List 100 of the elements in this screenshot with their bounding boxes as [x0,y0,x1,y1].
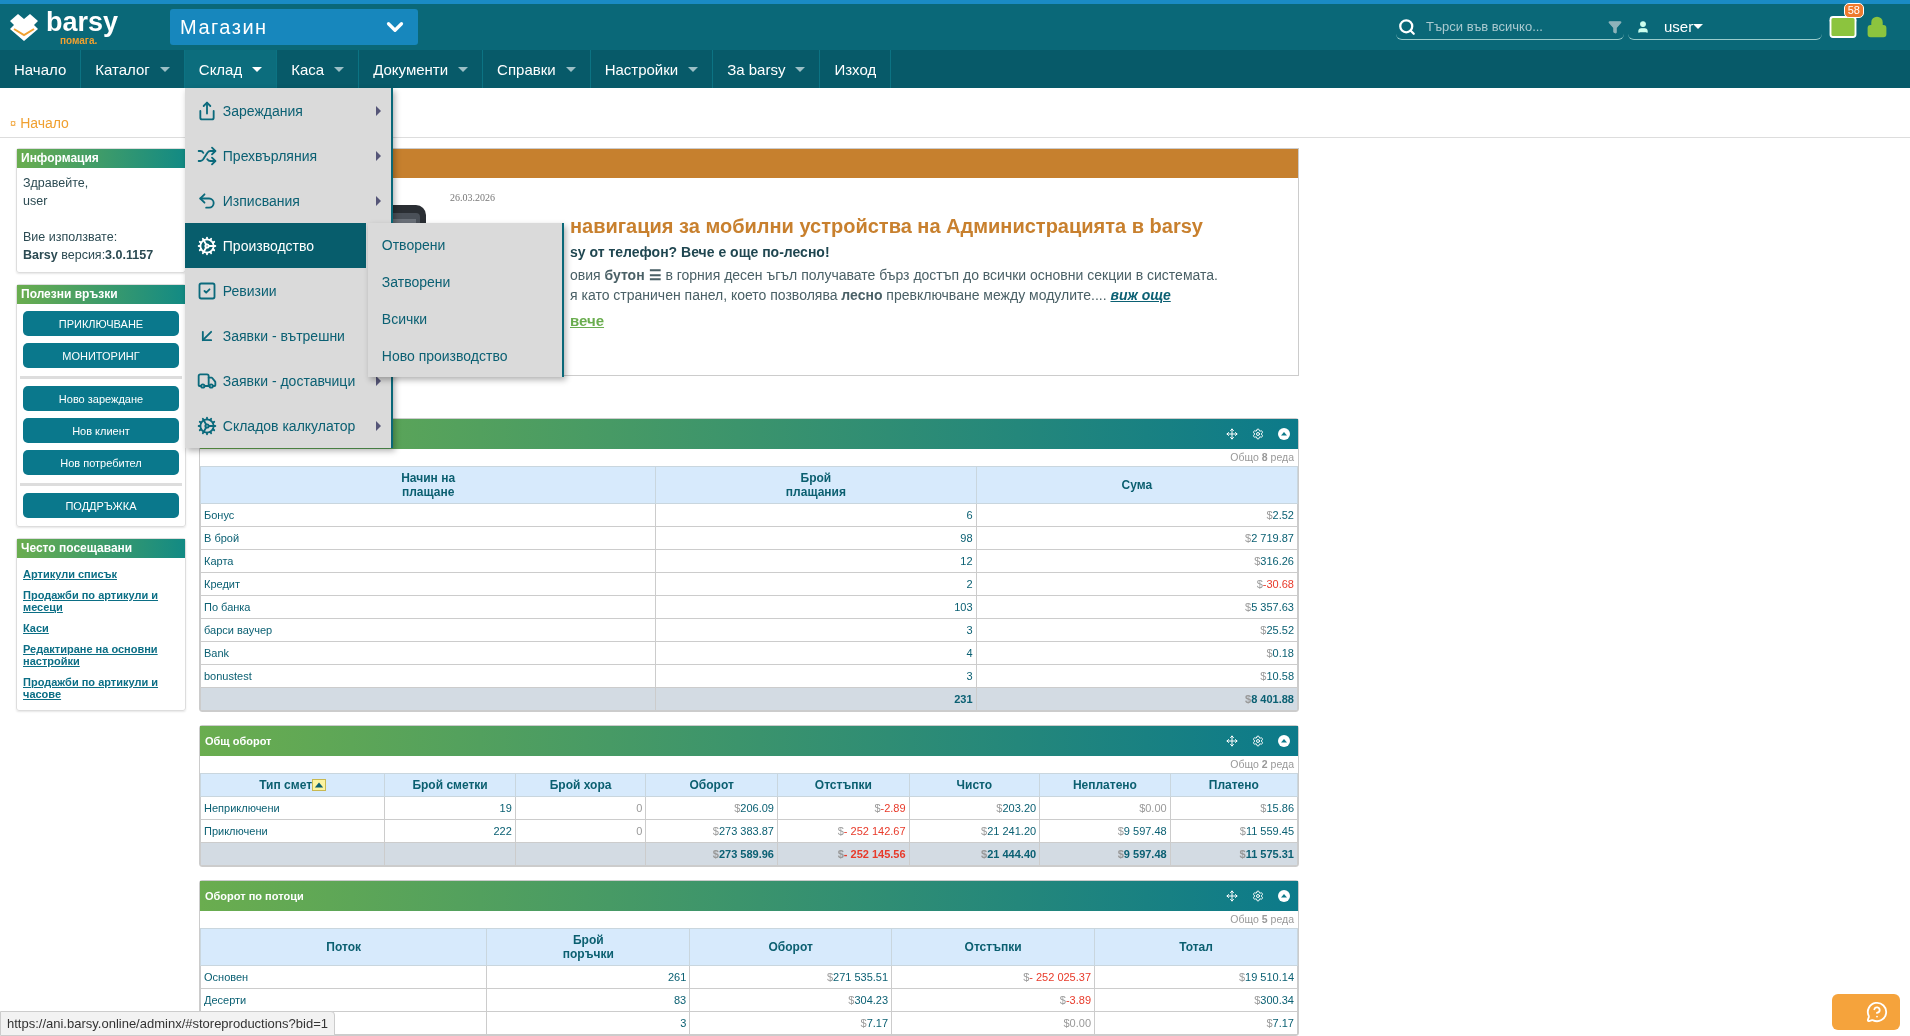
menu-item[interactable]: Производство [184,223,366,268]
table-cell: $273 383.87 [645,819,778,843]
nav-menu-item[interactable]: Справки [483,50,591,88]
shortcut-button[interactable]: ПРИКЛЮЧВАНЕ [23,311,179,336]
panel-title: Общ оборот [205,735,273,747]
row-count: Общо 5 реда [1230,913,1294,925]
panel-title: Информация [17,149,185,168]
news-date: 26.03.2026 [450,192,496,203]
table-cell: $-30.68 [976,572,1298,596]
table-cell: $- 252 025.37 [891,965,1095,989]
collapse-icon[interactable] [1278,735,1290,747]
table-cell: 12 [655,549,977,573]
menu-item[interactable]: Ревизии [184,268,366,313]
page-link[interactable]: Продажби по артикули и месеци [23,589,179,613]
table-cell: 2 [655,572,977,596]
lock-icon[interactable] [1866,16,1888,38]
news-paragraph: овия бутон ☰ в горния десен ъгъл получавате бърз достъп до всички основни секции в системата. [570,266,1219,284]
column-header[interactable]: Отстъпки [777,773,910,797]
table-cell: 19 [384,796,516,820]
nav-menu-item[interactable]: Начало [0,50,82,88]
table-cell: $0.18 [976,641,1298,665]
menu-item[interactable]: Заявки - вътрешни [184,313,366,358]
row-count: Общо 2 реда [1230,758,1294,770]
panel-title: Оборот по потоци [205,890,305,902]
table-cell: 4 [655,641,977,665]
table-cell: Bank [200,641,656,665]
column-header[interactable]: Тотал [1094,928,1298,966]
user-select[interactable]: user [1628,14,1822,40]
menu-item[interactable]: Зареждания [184,88,391,133]
column-header[interactable]: Тип смет [200,773,385,797]
menu-item[interactable]: Прехвърляния [184,133,391,178]
table-cell: 222 [384,819,516,843]
table-cell: По банка [200,595,656,619]
column-header[interactable]: Оборот [645,773,778,797]
see-more-link[interactable]: виж още [1110,287,1171,303]
column-header[interactable]: Начин на плащане [200,466,656,504]
table-cell: $0.00 [891,1011,1095,1035]
move-icon[interactable] [1226,890,1238,902]
column-header[interactable]: Платено [1170,773,1298,797]
table-cell: 83 [486,988,690,1012]
table-cell: Карта [200,549,656,573]
column-header[interactable]: Брой сметки [384,773,516,797]
search-field[interactable]: Търси във всичко... [1424,18,1600,35]
column-header[interactable]: Оборот [689,928,892,966]
column-header[interactable]: Брой хора [515,773,646,797]
submenu-item[interactable]: Отворени [367,226,562,263]
column-header[interactable]: Отстъпки [891,928,1095,966]
page-link[interactable]: Редактиране на основни настройки [23,643,179,667]
nav-menu-item[interactable]: Документи [359,50,484,88]
submenu-item[interactable]: Ново производство [367,337,562,374]
table-cell: $271 535.51 [689,965,892,989]
collapse-icon[interactable] [1278,890,1290,902]
menu-item[interactable]: Изписвания [184,178,391,223]
submenu-item[interactable]: Затворени [367,263,562,300]
usage-label: Вие използвате: [23,229,119,246]
table-cell: $19 510.14 [1094,965,1298,989]
logo-tagline: помага. [60,35,98,46]
settings-icon[interactable] [1252,735,1264,747]
sort-icon[interactable] [312,779,327,791]
column-header[interactable]: Чисто [909,773,1040,797]
checkbox-icon [196,280,217,301]
help-chat-icon [1866,1001,1888,1023]
shortcut-button[interactable]: Ново зареждане [23,386,179,411]
version-text: Barsy версия:3.0.1157 [23,247,155,264]
table-cell: 0 [515,819,646,843]
shortcut-button[interactable]: МОНИТОРИНГ [23,343,179,368]
page-link[interactable]: Каси [23,622,179,634]
nav-menu-item[interactable]: Каса [277,50,360,88]
column-header[interactable]: Брой плащания [655,466,977,504]
panel-title: Полезни връзки [17,285,185,304]
filter-icon[interactable] [1608,19,1622,34]
shortcut-button[interactable]: Нов потребител [23,450,179,475]
settings-icon[interactable] [1252,890,1264,902]
collapse-icon[interactable] [1278,428,1290,440]
settings-icon[interactable] [1252,428,1264,440]
nav-menu-item[interactable]: Каталог [81,50,185,88]
column-header[interactable]: Неплатено [1039,773,1171,797]
nav-menu-item[interactable]: Изход [820,50,892,88]
move-icon[interactable] [1226,735,1238,747]
shortcut-button[interactable]: ПОДДРЪЖКА [23,493,179,518]
table-cell: барси ваучер [200,618,656,642]
column-header[interactable]: Сума [976,466,1298,504]
move-icon[interactable] [1226,428,1238,440]
page-link[interactable]: Продажби по артикули и часове [23,676,179,700]
page-link[interactable]: Артикули списък [23,568,179,580]
table-cell: $304.23 [689,988,892,1012]
user-icon [1636,19,1650,34]
nav-menu-item[interactable]: Настройки [590,50,714,88]
table-cell: $-3.89 [891,988,1095,1012]
shortcut-button[interactable]: Нов клиент [23,418,179,443]
column-header[interactable]: Брой поръчки [486,928,690,966]
shuffle-icon [196,145,217,166]
table-cell: Основен [200,965,487,989]
store-select[interactable]: Магазин [170,9,418,45]
column-header[interactable]: Поток [200,928,487,966]
menu-item[interactable]: Складов калкулатор [184,403,391,448]
nav-menu-item[interactable]: За barsy [713,50,821,88]
submenu-item[interactable]: Всички [367,300,562,337]
table-cell: $206.09 [645,796,778,820]
nav-menu-item[interactable]: Склад [184,50,278,88]
